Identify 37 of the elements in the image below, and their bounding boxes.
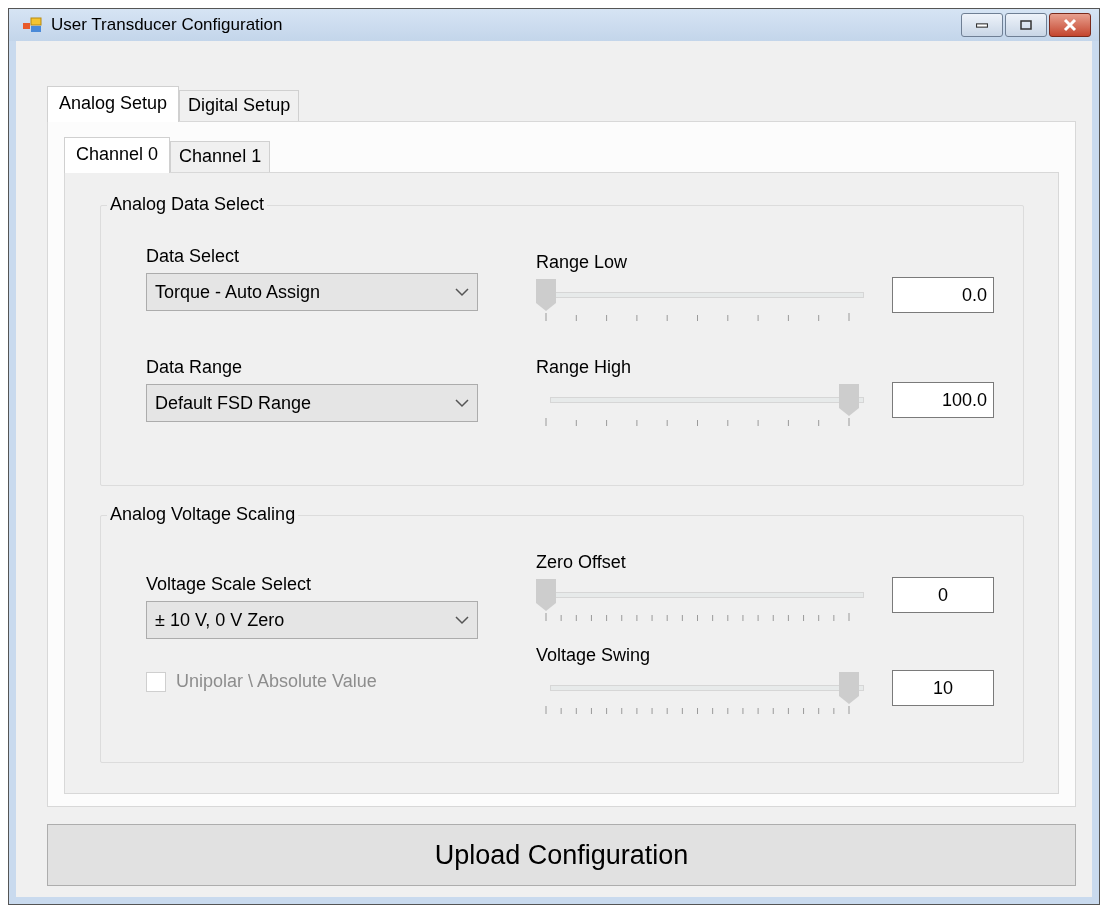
slider-thumb[interactable] <box>839 672 859 704</box>
value-field[interactable]: 0 <box>892 577 994 613</box>
dropdown[interactable]: ± 10 V, 0 V Zero <box>146 601 478 639</box>
chevron-icon <box>455 287 469 297</box>
slider-label: Range High <box>536 357 633 378</box>
slider-thumb[interactable] <box>839 384 859 416</box>
close-button[interactable] <box>1049 13 1091 37</box>
dropdown[interactable]: Default FSD Range <box>146 384 478 422</box>
dropdown-label: Data Select <box>146 246 241 267</box>
dropdown-label: Voltage Scale Select <box>146 574 313 595</box>
dropdown-label: Data Range <box>146 357 244 378</box>
tab[interactable]: Digital Setup <box>179 90 300 121</box>
value-field[interactable]: 10 <box>892 670 994 706</box>
value-field[interactable]: 100.0 <box>892 382 994 418</box>
chevron-icon <box>455 615 469 625</box>
slider-label: Voltage Swing <box>536 645 652 666</box>
maximize-button[interactable] <box>1005 13 1047 37</box>
dropdown[interactable]: Torque - Auto Assign <box>146 273 478 311</box>
value-field[interactable]: 0.0 <box>892 277 994 313</box>
slider-thumb[interactable] <box>536 279 556 311</box>
maximize-icon <box>1018 18 1034 32</box>
checkbox-label: Unipolar \ Absolute Value <box>176 671 377 692</box>
channel-tab[interactable]: Channel 1 <box>170 141 271 172</box>
slider-label: Zero Offset <box>536 552 627 573</box>
group-title: Analog Data Select <box>107 194 268 215</box>
minimize-button[interactable] <box>961 13 1003 37</box>
chevron-icon <box>455 398 469 408</box>
minimize-icon <box>976 22 988 28</box>
upload-button[interactable]: Upload Configuration <box>47 824 1076 886</box>
group-title: Analog Voltage Scaling <box>107 504 299 525</box>
slider-thumb[interactable] <box>536 579 556 611</box>
channel-tab[interactable]: Channel 0 <box>64 137 171 173</box>
app-icon <box>23 17 43 33</box>
tab[interactable]: Analog Setup <box>47 86 180 122</box>
close-icon <box>1062 18 1078 32</box>
slider-label: Range Low <box>536 252 629 273</box>
window-title: User Transducer Configuration <box>51 15 284 35</box>
